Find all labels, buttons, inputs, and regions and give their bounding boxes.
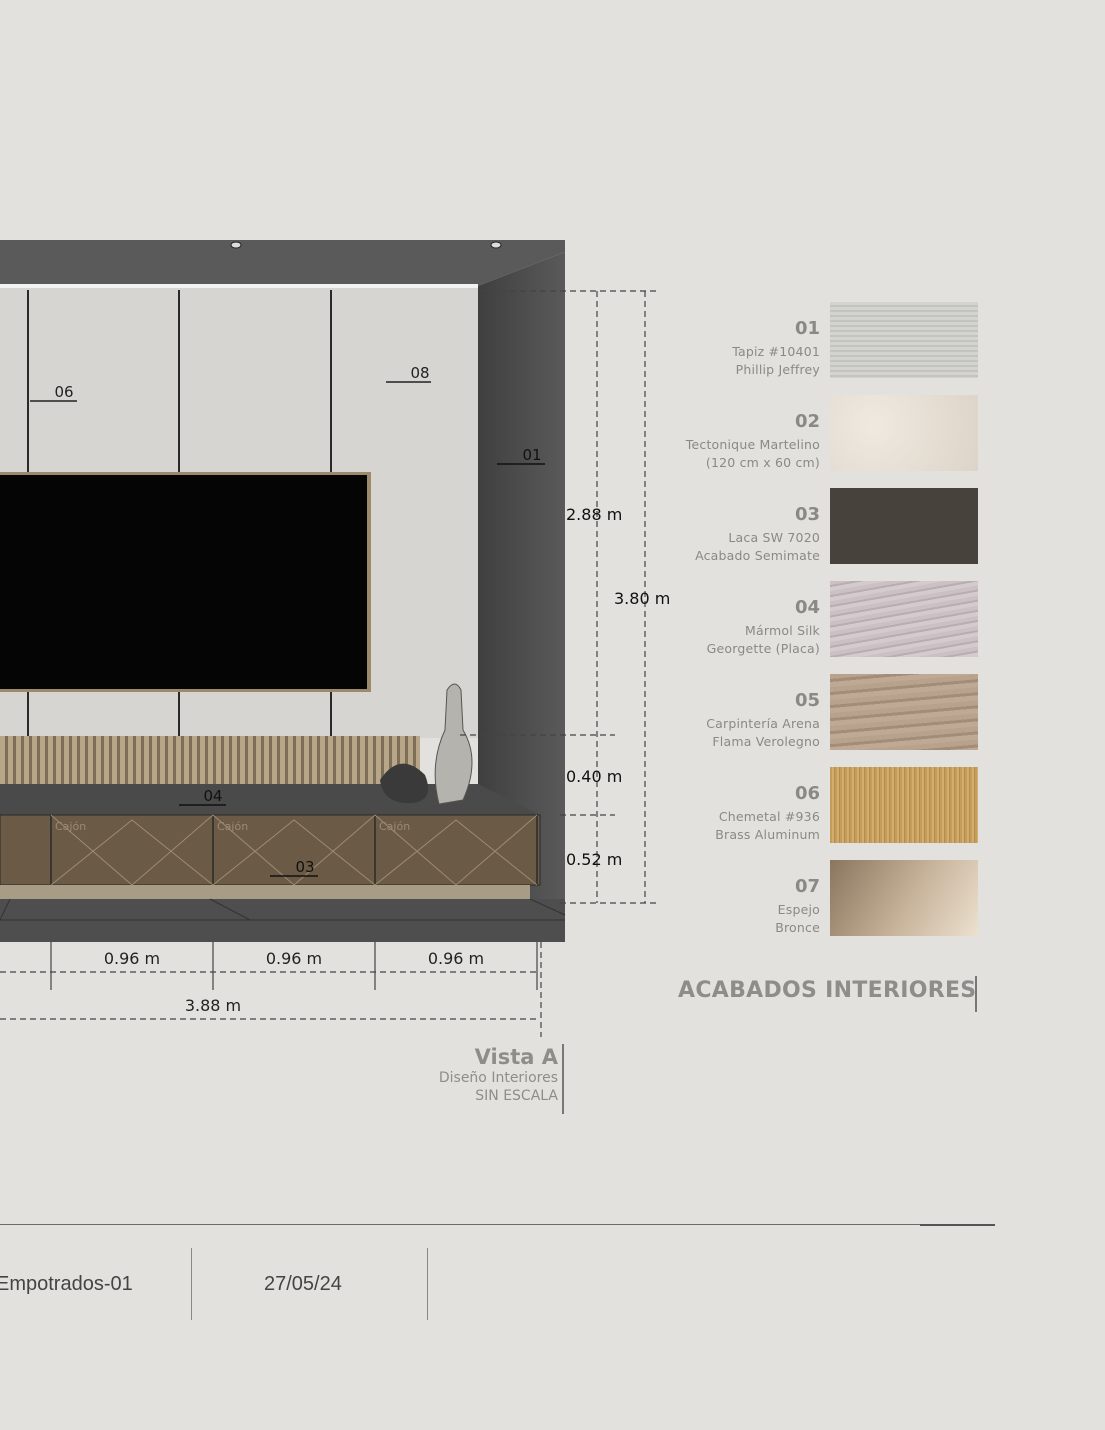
finish-detail: Bronce: [775, 920, 820, 935]
drawer-label-2: Cajón: [217, 820, 248, 833]
finish-code: 01: [794, 318, 820, 339]
finish-detail: Phillip Jeffrey: [735, 362, 820, 377]
finish-swatch: [830, 395, 978, 471]
finish-name: Laca SW 7020: [728, 530, 820, 545]
finish-name: Chemetal #936: [718, 809, 820, 824]
tv-screen: [0, 475, 367, 689]
wood-slats: [0, 736, 420, 784]
finish-swatch: [830, 767, 978, 843]
finish-01: 01 Tapiz #10401 Phillip Jeffrey: [660, 300, 990, 378]
finish-detail: Acabado Semimate: [695, 548, 820, 563]
finish-04: 04 Mármol Silk Georgette (Placa): [660, 579, 990, 657]
finish-code: 03: [794, 504, 820, 525]
finish-05: 05 Carpintería Arena Flama Verolegno: [660, 672, 990, 750]
svg-text:01: 01: [522, 446, 541, 464]
finish-code: 06: [794, 783, 820, 804]
finishes-title-bar: [975, 976, 977, 1012]
finish-name: Carpintería Arena: [706, 716, 820, 731]
view-label-bar: [562, 1044, 564, 1114]
ceiling-edge: [0, 284, 478, 288]
finish-swatch: [830, 488, 978, 564]
finish-code: 02: [794, 411, 820, 432]
view-scale: SIN ESCALA: [475, 1088, 558, 1104]
view-subtitle: Diseño Interiores: [438, 1070, 558, 1086]
finish-swatch: [830, 581, 978, 657]
finish-swatch: [830, 302, 978, 378]
finish-code: 04: [794, 597, 820, 618]
finish-07: 07 Espejo Bronce: [660, 858, 990, 936]
svg-text:04: 04: [203, 787, 222, 805]
finishes-title: ACABADOS INTERIORES: [678, 978, 977, 1003]
finish-code: 05: [794, 690, 820, 711]
footer-drawing-name: Empotrados-01: [0, 1273, 133, 1295]
view-label: Vista A Diseño Interiores SIN ESCALA: [439, 1045, 558, 1105]
dim-total-width: 3.88 m: [185, 996, 241, 1015]
finish-detail: Flama Verolegno: [712, 734, 820, 749]
dim-drawer-2: 0.96 m: [266, 949, 322, 968]
footer-rule: [0, 1224, 995, 1225]
drawer-label-1: Cajón: [55, 820, 86, 833]
finish-06: 06 Chemetal #936 Brass Aluminum: [660, 765, 990, 843]
finish-detail: Georgette (Placa): [706, 641, 820, 656]
finish-name: Espejo: [777, 902, 820, 917]
footer-rule-accent: [920, 1224, 995, 1226]
ceiling-light-1: [230, 241, 242, 249]
drawer-label-3: Cajón: [379, 820, 410, 833]
dim-cabinet-height: 0.52 m: [566, 850, 622, 869]
dim-slat-height: 0.40 m: [566, 767, 622, 786]
finish-name: Mármol Silk: [745, 623, 820, 638]
finish-name: Tapiz #10401: [732, 344, 820, 359]
finish-detail: Brass Aluminum: [715, 827, 820, 842]
finish-name: Tectonique Martelino: [685, 437, 820, 452]
svg-text:08: 08: [410, 364, 429, 382]
dim-drawer-1: 0.96 m: [104, 949, 160, 968]
finish-swatch: [830, 674, 978, 750]
footer-separator-1: [191, 1248, 192, 1320]
svg-text:06: 06: [54, 383, 73, 401]
ceiling: [0, 240, 565, 286]
svg-text:03: 03: [295, 858, 314, 876]
footer-separator-2: [427, 1248, 428, 1320]
finish-detail: (120 cm x 60 cm): [705, 455, 820, 470]
ceiling-light-2: [490, 241, 502, 249]
cabinet-base: [0, 885, 530, 899]
finish-code: 07: [794, 876, 820, 897]
footer-date: 27/05/24: [264, 1273, 342, 1295]
view-title: Vista A: [474, 1045, 558, 1069]
finish-03: 03 Laca SW 7020 Acabado Semimate: [660, 486, 990, 564]
dim-wall-panel: 2.88 m: [566, 505, 622, 524]
finish-02: 02 Tectonique Martelino (120 cm x 60 cm): [660, 393, 990, 471]
finish-swatch: [830, 860, 978, 936]
dim-drawer-3: 0.96 m: [428, 949, 484, 968]
